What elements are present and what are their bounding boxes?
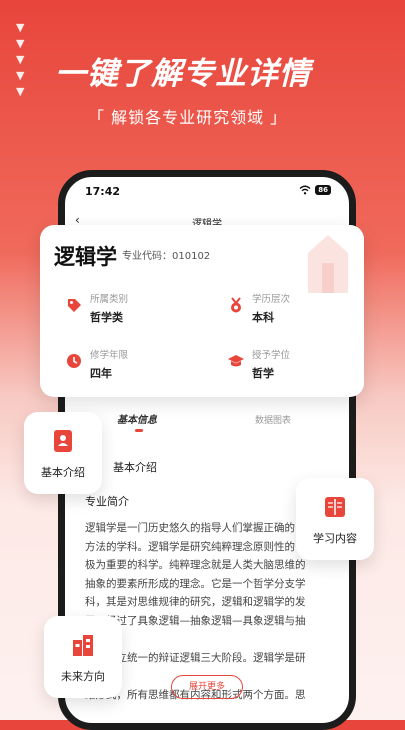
status-bar: 17:42 86	[85, 185, 331, 201]
contact-book-icon	[54, 430, 72, 452]
section-major-brief-title: 专业简介	[85, 495, 129, 508]
future-direction-label: 未来方向	[61, 670, 105, 683]
future-direction-card[interactable]: 未来方向	[44, 616, 122, 698]
info-label: 授予学位	[252, 350, 291, 361]
basic-intro-card[interactable]: 基本介绍	[24, 412, 102, 494]
section-basic-intro-title: 基本介绍	[113, 461, 157, 474]
book-icon	[325, 497, 345, 517]
study-content-label: 学习内容	[313, 532, 357, 545]
info-label: 学历层次	[252, 294, 291, 305]
tab-bar: 基本信息 数据图表	[65, 407, 349, 437]
info-category: 所属类别 哲学类	[66, 291, 216, 331]
info-label: 所属类别	[90, 294, 129, 305]
tag-icon	[68, 299, 81, 312]
major-name: 逻辑学	[54, 245, 117, 269]
info-label: 修学年限	[90, 350, 129, 361]
info-value: 哲学类	[90, 311, 123, 324]
expand-more-button[interactable]: 展开更多	[171, 675, 243, 699]
graduation-cap-icon	[228, 355, 244, 367]
major-info-card: 逻辑学 专业代码：010102 所属类别 哲学类 学历层次 本科 修学年限 四年…	[40, 225, 364, 397]
description-line: 科，其是对思维规律的研究，逻辑和逻辑学的发	[85, 596, 306, 608]
battery-icon: 86	[315, 185, 331, 195]
medal-icon	[231, 297, 241, 313]
info-degree: 授予学位 哲学	[228, 347, 378, 387]
arrow-down-icon: ▼	[16, 21, 25, 34]
info-value: 四年	[90, 367, 112, 380]
building-icon	[308, 235, 348, 293]
tab-data-chart[interactable]: 数据图表	[255, 413, 291, 426]
description-line: 逻辑学是一门历史悠久的指导人们掌握正确的	[85, 522, 295, 534]
arrow-down-icon: ▼	[16, 37, 25, 50]
description-line: 抽象的要素所形成的理念。它是一个哲学分支学	[85, 577, 306, 590]
promo-headline: 一键了解专业详情	[55, 56, 311, 92]
description-line: 极为重要的科学。纯粹理念就是人类大脑思维的	[85, 559, 306, 571]
decorative-arrows: ▼ ▼ ▼ ▼ ▼	[16, 20, 36, 100]
arrow-down-icon: ▼	[16, 85, 25, 98]
description-line: 方法的学科。逻辑学是研究纯粹理念原则性的	[85, 540, 295, 553]
tab-active-indicator	[135, 429, 143, 432]
study-content-card[interactable]: 学习内容	[296, 478, 374, 560]
info-value: 哲学	[252, 367, 274, 380]
major-code: 专业代码：010102	[122, 251, 211, 262]
basic-intro-label: 基本介绍	[41, 466, 85, 479]
info-value: 本科	[252, 311, 274, 324]
arrow-down-icon: ▼	[16, 69, 25, 82]
promo-subline: 「 解锁各专业研究领域 」	[88, 108, 288, 127]
tab-basic-info[interactable]: 基本信息	[117, 411, 157, 426]
info-level: 学历层次 本科	[228, 291, 378, 331]
clock-icon	[67, 354, 81, 368]
info-duration: 修学年限 四年	[66, 347, 216, 387]
status-time: 17:42	[85, 185, 121, 198]
buildings-icon	[73, 635, 93, 656]
arrow-down-icon: ▼	[16, 53, 25, 66]
wifi-icon	[299, 185, 311, 195]
status-icons: 86	[299, 185, 331, 195]
